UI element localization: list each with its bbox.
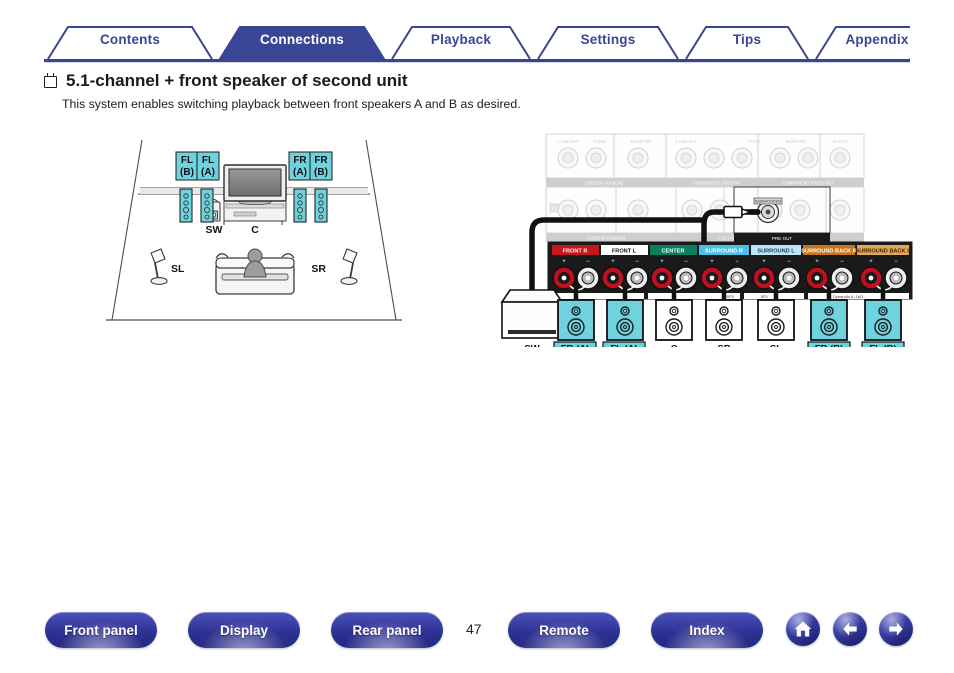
caption-speaker-sr: SR (717, 344, 730, 348)
label-fl-a-line1: FL (202, 155, 214, 166)
speaker-stand-sl-icon (150, 248, 168, 285)
svg-text:+: + (562, 259, 566, 265)
section-description: This system enables switching playback b… (62, 97, 521, 111)
terminal-label-front-r: FRONT R (563, 249, 588, 255)
subwoofer-jack-label: SUBWOOFER (755, 199, 781, 204)
bottom-navigation: Front panel Display Rear panel 47 Remote… (0, 612, 954, 664)
pre-out-label: PRE OUT (772, 236, 793, 241)
tab-playback[interactable]: Playback (392, 22, 530, 58)
label-fr-a-line2: (A) (293, 167, 307, 178)
top-tab-bar: Contents Connections Playback Settings T… (44, 22, 910, 63)
caption-sr: SR (311, 263, 326, 275)
label-fr-a-line1: FR (293, 155, 307, 166)
caption-speaker-fr-b: FR (B) (815, 344, 844, 348)
svg-text:1 CBL/SAT: 1 CBL/SAT (675, 139, 697, 144)
svg-text:+: + (611, 259, 615, 265)
rear-panel-button[interactable]: Rear panel (331, 612, 443, 648)
caption-sl: SL (171, 263, 185, 275)
speaker-sw-icon (500, 289, 564, 339)
svg-text:MONITOR: MONITOR (631, 139, 652, 144)
caption-speaker-fr-a: FR (A) (561, 344, 590, 348)
tab-appendix[interactable]: Appendix (816, 22, 938, 58)
speaker-terminal-bar: FRONT R FRONT L CENTER SURROUND R SURROU… (547, 241, 913, 300)
svg-text:−: − (635, 259, 639, 265)
label-fl-a-line2: (A) (201, 167, 215, 178)
svg-text:+: + (710, 259, 714, 265)
terminal-label-surround-back-r: SURROUND BACK R (801, 249, 857, 255)
tv-icon (223, 164, 287, 225)
terminal-note-impedance: Dynaudio 6–16Ω (833, 294, 863, 299)
terminal-label-surround-r: SURROUND R (705, 249, 743, 255)
square-bullet-icon (44, 73, 57, 88)
svg-text:MONITOR: MONITOR (786, 139, 807, 144)
label-fr-b-line2: (B) (314, 167, 328, 178)
front-panel-button[interactable]: Front panel (45, 612, 157, 648)
terminal-label-front-l: FRONT L (612, 249, 637, 255)
caption-c: C (251, 224, 259, 236)
terminal-label-surround-back-l: SURROUND BACK L (855, 249, 911, 255)
tab-contents[interactable]: Contents (48, 22, 212, 58)
tab-settings[interactable]: Settings (538, 22, 678, 58)
home-icon[interactable] (786, 612, 820, 646)
terminal-label-surround-l: SURROUND L (757, 249, 795, 255)
terminal-note-sp1: SP1 (760, 294, 768, 299)
page-title: 5.1-channel + front speaker of second un… (66, 71, 408, 90)
caption-speaker-sw: SW (524, 344, 539, 348)
label-fl-b-line1: FL (181, 155, 193, 166)
rear-panel-connection-diagram: 1 CBL/SAT 2 DVD MONITOR 1 CBL/SAT 2 DVD MONI… (496, 132, 916, 355)
speaker-stand-sr-icon (340, 248, 358, 285)
caption-speaker-fl-b: FL (B) (869, 344, 896, 348)
svg-text:VIDEO IN (ASSIGN): VIDEO IN (ASSIGN) (585, 181, 624, 186)
display-button[interactable]: Display (188, 612, 300, 648)
index-button[interactable]: Index (651, 612, 763, 648)
svg-text:−: − (735, 259, 739, 265)
label-fl-b-line2: (B) (180, 167, 194, 178)
svg-text:+: + (660, 259, 664, 265)
caption-speaker-fl-a: FL (A) (610, 344, 637, 348)
arrow-left-icon[interactable] (833, 612, 867, 646)
svg-text:−: − (894, 259, 898, 265)
svg-text:−: − (586, 259, 590, 265)
room-layout-diagram: FL (B) FL (A) FR (A) FR (B) SW C SL SR (104, 132, 404, 329)
svg-text:−: − (840, 259, 844, 265)
page-number: 47 (466, 621, 482, 637)
terminal-label-center: CENTER (662, 249, 685, 255)
arrow-right-icon[interactable] (879, 612, 913, 646)
caption-speaker-c: C (671, 344, 678, 348)
caption-sw: SW (206, 224, 223, 236)
svg-text:IN OUT: IN OUT (833, 139, 848, 144)
caption-speaker-sl: SL (770, 344, 782, 348)
svg-text:7.1CH IN: 7.1CH IN (717, 236, 734, 241)
tab-connections[interactable]: Connections (220, 22, 384, 58)
svg-text:+: + (869, 259, 873, 265)
svg-text:−: − (684, 259, 688, 265)
remote-button[interactable]: Remote (508, 612, 620, 648)
svg-text:COMPONENT VIDEO OUT: COMPONENT VIDEO OUT (782, 181, 834, 186)
svg-text:AUDIO IN (ASSIGN): AUDIO IN (ASSIGN) (587, 236, 626, 241)
svg-text:2 DVD: 2 DVD (594, 139, 607, 144)
svg-text:−: − (787, 259, 791, 265)
svg-text:1 CBL/SAT: 1 CBL/SAT (557, 139, 579, 144)
section-heading: 5.1-channel + front speaker of second un… (44, 71, 408, 91)
svg-text:+: + (815, 259, 819, 265)
label-fr-b-line1: FR (314, 155, 328, 166)
svg-text:2 DVD: 2 DVD (748, 139, 761, 144)
tab-tips[interactable]: Tips (686, 22, 808, 58)
svg-text:COMPONENT VIDEO IN: COMPONENT VIDEO IN (693, 181, 740, 186)
svg-text:+: + (762, 259, 766, 265)
terminal-note-sp2: SP2 (726, 294, 734, 299)
